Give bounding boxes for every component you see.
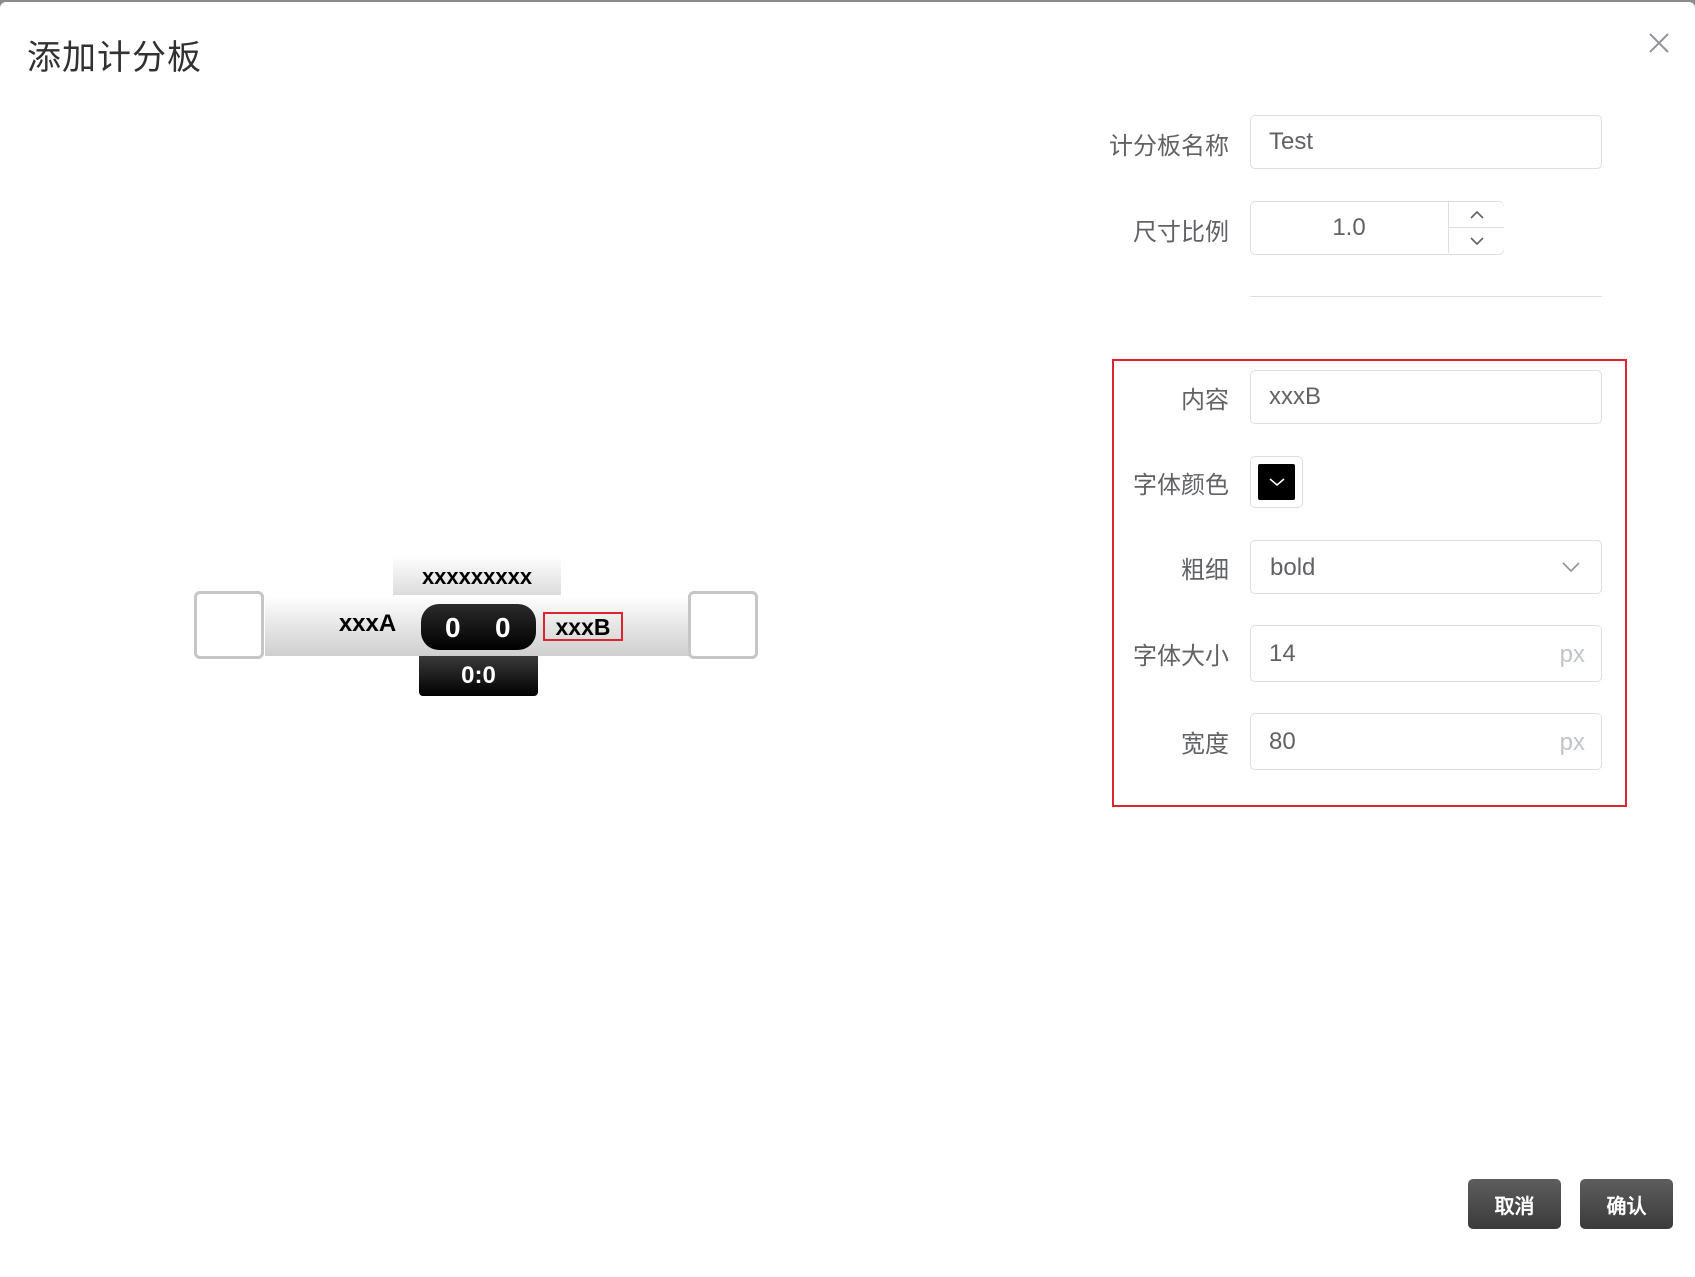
font-size-unit: px xyxy=(1559,641,1585,668)
cancel-button[interactable]: 取消 xyxy=(1468,1179,1561,1229)
dialog-title: 添加计分板 xyxy=(27,38,202,78)
scoreboard-title[interactable]: xxxxxxxxx xyxy=(393,555,561,595)
font-size-label: 字体大小 xyxy=(1133,642,1229,670)
score-b: 0 xyxy=(495,612,511,643)
width-field[interactable]: px xyxy=(1250,713,1602,770)
score-a: 0 xyxy=(445,612,461,643)
content-input[interactable] xyxy=(1269,383,1601,411)
name-label: 计分板名称 xyxy=(1109,132,1229,160)
close-icon[interactable] xyxy=(1646,30,1672,56)
score-display[interactable]: 0 0 xyxy=(421,604,536,650)
chevron-down-icon xyxy=(1562,562,1580,573)
scale-label: 尺寸比例 xyxy=(1133,218,1229,246)
weight-select[interactable]: bold xyxy=(1250,540,1602,594)
color-swatch xyxy=(1258,464,1295,500)
content-label: 内容 xyxy=(1181,386,1229,414)
name-field[interactable] xyxy=(1250,115,1602,169)
font-size-input[interactable] xyxy=(1269,640,1529,668)
scale-input[interactable] xyxy=(1251,202,1447,254)
add-scoreboard-dialog: 添加计分板 xxxxxxxxx xxxA 0 0 xxxB 0:0 计分板名称 … xyxy=(0,2,1695,1277)
weight-label: 粗细 xyxy=(1181,556,1229,584)
chevron-down-icon xyxy=(1469,236,1484,245)
form-divider xyxy=(1250,296,1602,297)
chevron-up-icon xyxy=(1469,210,1484,219)
team-a-logo[interactable] xyxy=(194,591,264,659)
width-label: 宽度 xyxy=(1181,730,1229,758)
font-color-label: 字体颜色 xyxy=(1133,471,1229,499)
time-display[interactable]: 0:0 xyxy=(419,656,538,696)
team-a-name[interactable]: xxxA xyxy=(330,610,405,638)
font-color-picker[interactable] xyxy=(1250,456,1303,508)
decrease-button[interactable] xyxy=(1448,228,1504,253)
confirm-button[interactable]: 确认 xyxy=(1580,1179,1673,1229)
team-b-logo[interactable] xyxy=(688,591,758,659)
scale-stepper[interactable] xyxy=(1250,201,1504,255)
name-input[interactable] xyxy=(1269,128,1601,156)
width-input[interactable] xyxy=(1269,728,1529,756)
width-unit: px xyxy=(1559,729,1585,756)
content-field[interactable] xyxy=(1250,370,1602,424)
font-size-field[interactable]: px xyxy=(1250,625,1602,682)
chevron-down-icon xyxy=(1268,478,1285,487)
weight-select-value: bold xyxy=(1270,554,1316,581)
increase-button[interactable] xyxy=(1448,202,1504,228)
team-b-name-selected[interactable]: xxxB xyxy=(543,612,623,641)
